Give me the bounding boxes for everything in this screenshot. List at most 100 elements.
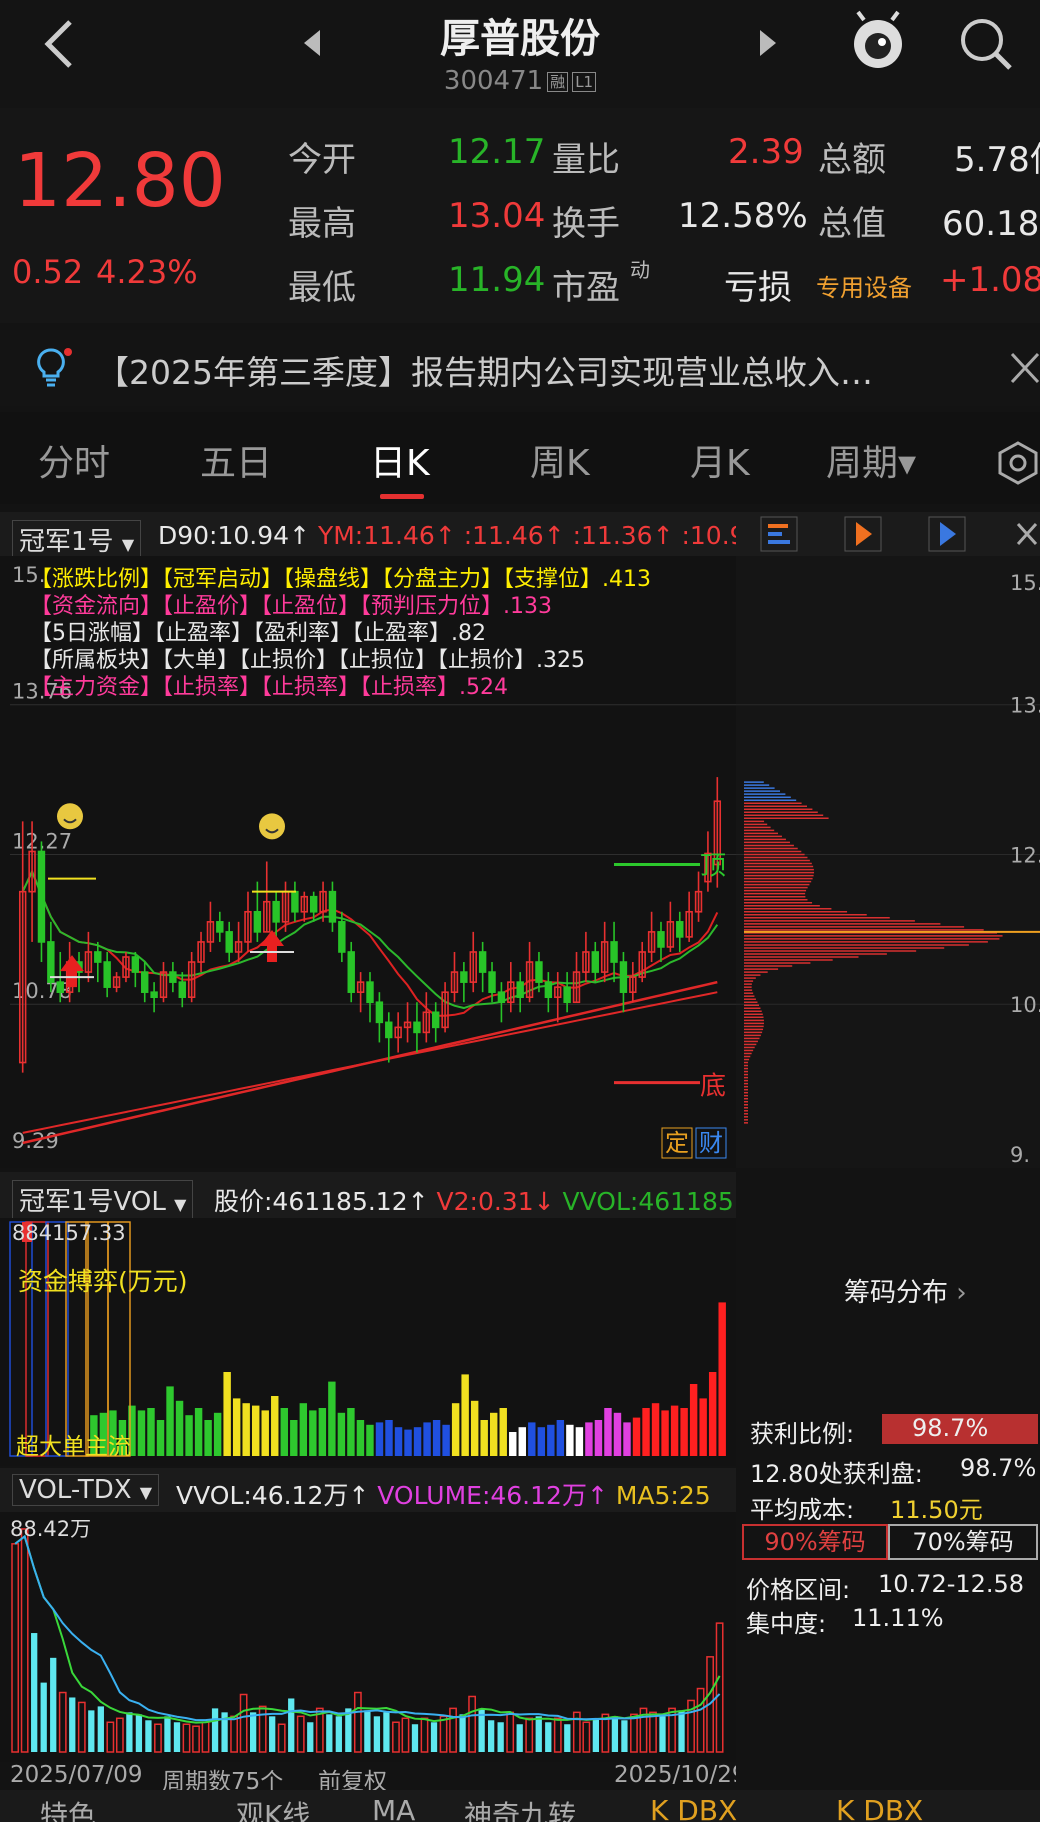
chip-bars-icon[interactable] — [760, 516, 798, 552]
toolbar-dbx-2[interactable]: K DBX — [836, 1794, 923, 1822]
toolbar-ma[interactable]: MA — [372, 1794, 415, 1822]
candle-body — [657, 931, 665, 948]
indicator-text: 【主力资金】【止损率】【止损率】【止损率】.524 — [30, 675, 508, 700]
tab-period-dropdown[interactable]: 周期▾ — [826, 434, 916, 486]
flow-label2: 超大单主流 — [16, 1434, 131, 1460]
x-axis-footer: 2025/07/09 周期数75个 前复权 2025/10/29 — [10, 1762, 747, 1795]
flow-bar — [232, 1398, 241, 1456]
volume-bar — [88, 1710, 95, 1752]
chip-blue-play-icon[interactable] — [928, 516, 966, 552]
candlestick-chart[interactable]: 15.13.7612.2710.789.2915.13.12.10.9.顶底【涨… — [0, 556, 1040, 1168]
right-axis-label: 15. — [1010, 571, 1040, 595]
candle-body — [375, 1001, 384, 1024]
flow-bar — [613, 1412, 622, 1456]
flow-bar — [442, 1424, 450, 1456]
flow-bar — [566, 1424, 574, 1456]
candle-body — [338, 921, 346, 953]
flow-label: 资金搏弈(万元) — [18, 1267, 188, 1296]
next-stock-icon[interactable] — [756, 28, 780, 58]
close-chip-icon[interactable] — [1014, 520, 1040, 548]
candle-body — [225, 931, 233, 953]
turnover-value: 12.58% — [678, 196, 808, 236]
flow-bar — [328, 1381, 336, 1456]
flow-bar — [271, 1396, 279, 1456]
volume-bar — [383, 1712, 390, 1752]
bottom-toolbar: 特色 观K线 MA 神奇九转 K DBX K DBX — [0, 1790, 1040, 1822]
news-ticker[interactable]: 【2025年第三季度】报告期内公司实现营业总收入… — [0, 330, 1040, 406]
candle-body — [385, 1021, 393, 1039]
top-marker: 顶 — [700, 851, 726, 881]
volume-bar — [250, 1712, 257, 1752]
volume-bar — [126, 1712, 133, 1752]
pe-dynamic-sup: 动 — [630, 258, 650, 282]
flow-bar — [670, 1405, 679, 1456]
search-icon[interactable] — [956, 14, 1016, 74]
capital-flow-chart[interactable]: 884157.33 资金搏弈(万元) 超大单主流 — [0, 1218, 736, 1466]
candle-body — [488, 971, 496, 993]
volume-bar — [326, 1714, 333, 1752]
volume-chart[interactable]: 88.42万 — [0, 1512, 736, 1762]
flow-bar — [175, 1400, 184, 1456]
top-value: 88.42万 — [10, 1517, 91, 1541]
flow-bar — [394, 1427, 403, 1456]
chip-70-button[interactable]: 70%筹码 — [888, 1524, 1038, 1560]
tab-five-day[interactable]: 五日 — [200, 434, 272, 486]
legend-item: MA5:25 — [607, 1481, 711, 1510]
main-legend: D90:10.94↑ YM:11.46↑ :11.46↑ :11.36↑ :10… — [158, 521, 736, 550]
flow-bar — [252, 1405, 260, 1456]
tab-intraday[interactable]: 分时 — [38, 434, 110, 486]
flow-bar — [528, 1422, 536, 1456]
candle-body — [178, 981, 186, 999]
vol2-indicator-name: VOL-TDX — [19, 1475, 132, 1505]
chip-orange-play-icon[interactable] — [844, 516, 882, 552]
toolbar-view-k[interactable]: 观K线 — [236, 1794, 310, 1822]
flow-bar — [708, 1372, 717, 1456]
tab-weekly-k[interactable]: 周K — [530, 434, 590, 486]
candle-body — [478, 951, 487, 973]
vol-indicator-select[interactable]: 冠军1号VOL ▼ — [12, 1180, 194, 1218]
flow-bar — [185, 1415, 193, 1456]
flow-bar — [556, 1420, 565, 1456]
candle-body — [591, 951, 599, 973]
vol2-indicator-select[interactable]: VOL-TDX ▼ — [12, 1474, 160, 1506]
flow-bar — [680, 1408, 688, 1456]
chevron-down-icon: ▼ — [139, 1483, 153, 1502]
chip-90-button[interactable]: 90%筹码 — [742, 1524, 888, 1560]
candle-body — [366, 981, 374, 1004]
close-icon[interactable] — [1008, 350, 1040, 386]
price-change-pct: 4.23% — [96, 253, 198, 291]
lightbulb-icon — [37, 348, 72, 387]
candle-body — [291, 890, 299, 913]
volume-bar — [516, 1724, 523, 1752]
volume-bar — [364, 1710, 371, 1752]
main-indicator-select[interactable]: 冠军1号 ▼ — [12, 520, 142, 556]
chip-distribution-link[interactable]: 筹码分布 › — [844, 1272, 967, 1309]
right-axis-label: 10. — [1010, 993, 1040, 1017]
candle-body — [563, 986, 571, 1004]
settings-hexagon-icon[interactable] — [996, 440, 1040, 486]
toolbar-dbx-1[interactable]: K DBX — [650, 1794, 737, 1822]
flow-bar — [204, 1420, 212, 1456]
level-tag: L1 — [572, 71, 597, 92]
volume-bar — [659, 1716, 666, 1752]
legend-item: YM:11.46↑ — [310, 521, 456, 550]
volume-bar — [488, 1720, 495, 1752]
tab-daily-k[interactable]: 日K — [370, 434, 430, 486]
flow-bar — [537, 1427, 546, 1456]
candle-body — [460, 971, 468, 983]
volume-bar — [373, 1716, 381, 1752]
quote-panel: 12.80 0.52 4.23% 今开 12.17 最高 13.04 最低 11… — [0, 108, 1040, 323]
volume-bar — [135, 1714, 143, 1752]
toolbar-feature[interactable]: 特色 — [40, 1794, 96, 1822]
legend-item: D90:10.94↑ — [158, 521, 311, 550]
flow-bar — [547, 1424, 555, 1456]
assistant-robot-icon[interactable] — [848, 8, 908, 74]
toolbar-nine-turn[interactable]: 神奇九转 — [464, 1794, 576, 1822]
industry-link[interactable]: 专用设备 — [816, 268, 912, 303]
tab-monthly-k[interactable]: 月K — [690, 434, 750, 486]
volume-bar — [288, 1698, 295, 1752]
chevron-right-icon: › — [956, 1278, 967, 1308]
flow-bar — [689, 1384, 698, 1456]
candle-body — [328, 890, 337, 923]
market-cap-value: 60.18亿 — [942, 204, 1040, 244]
